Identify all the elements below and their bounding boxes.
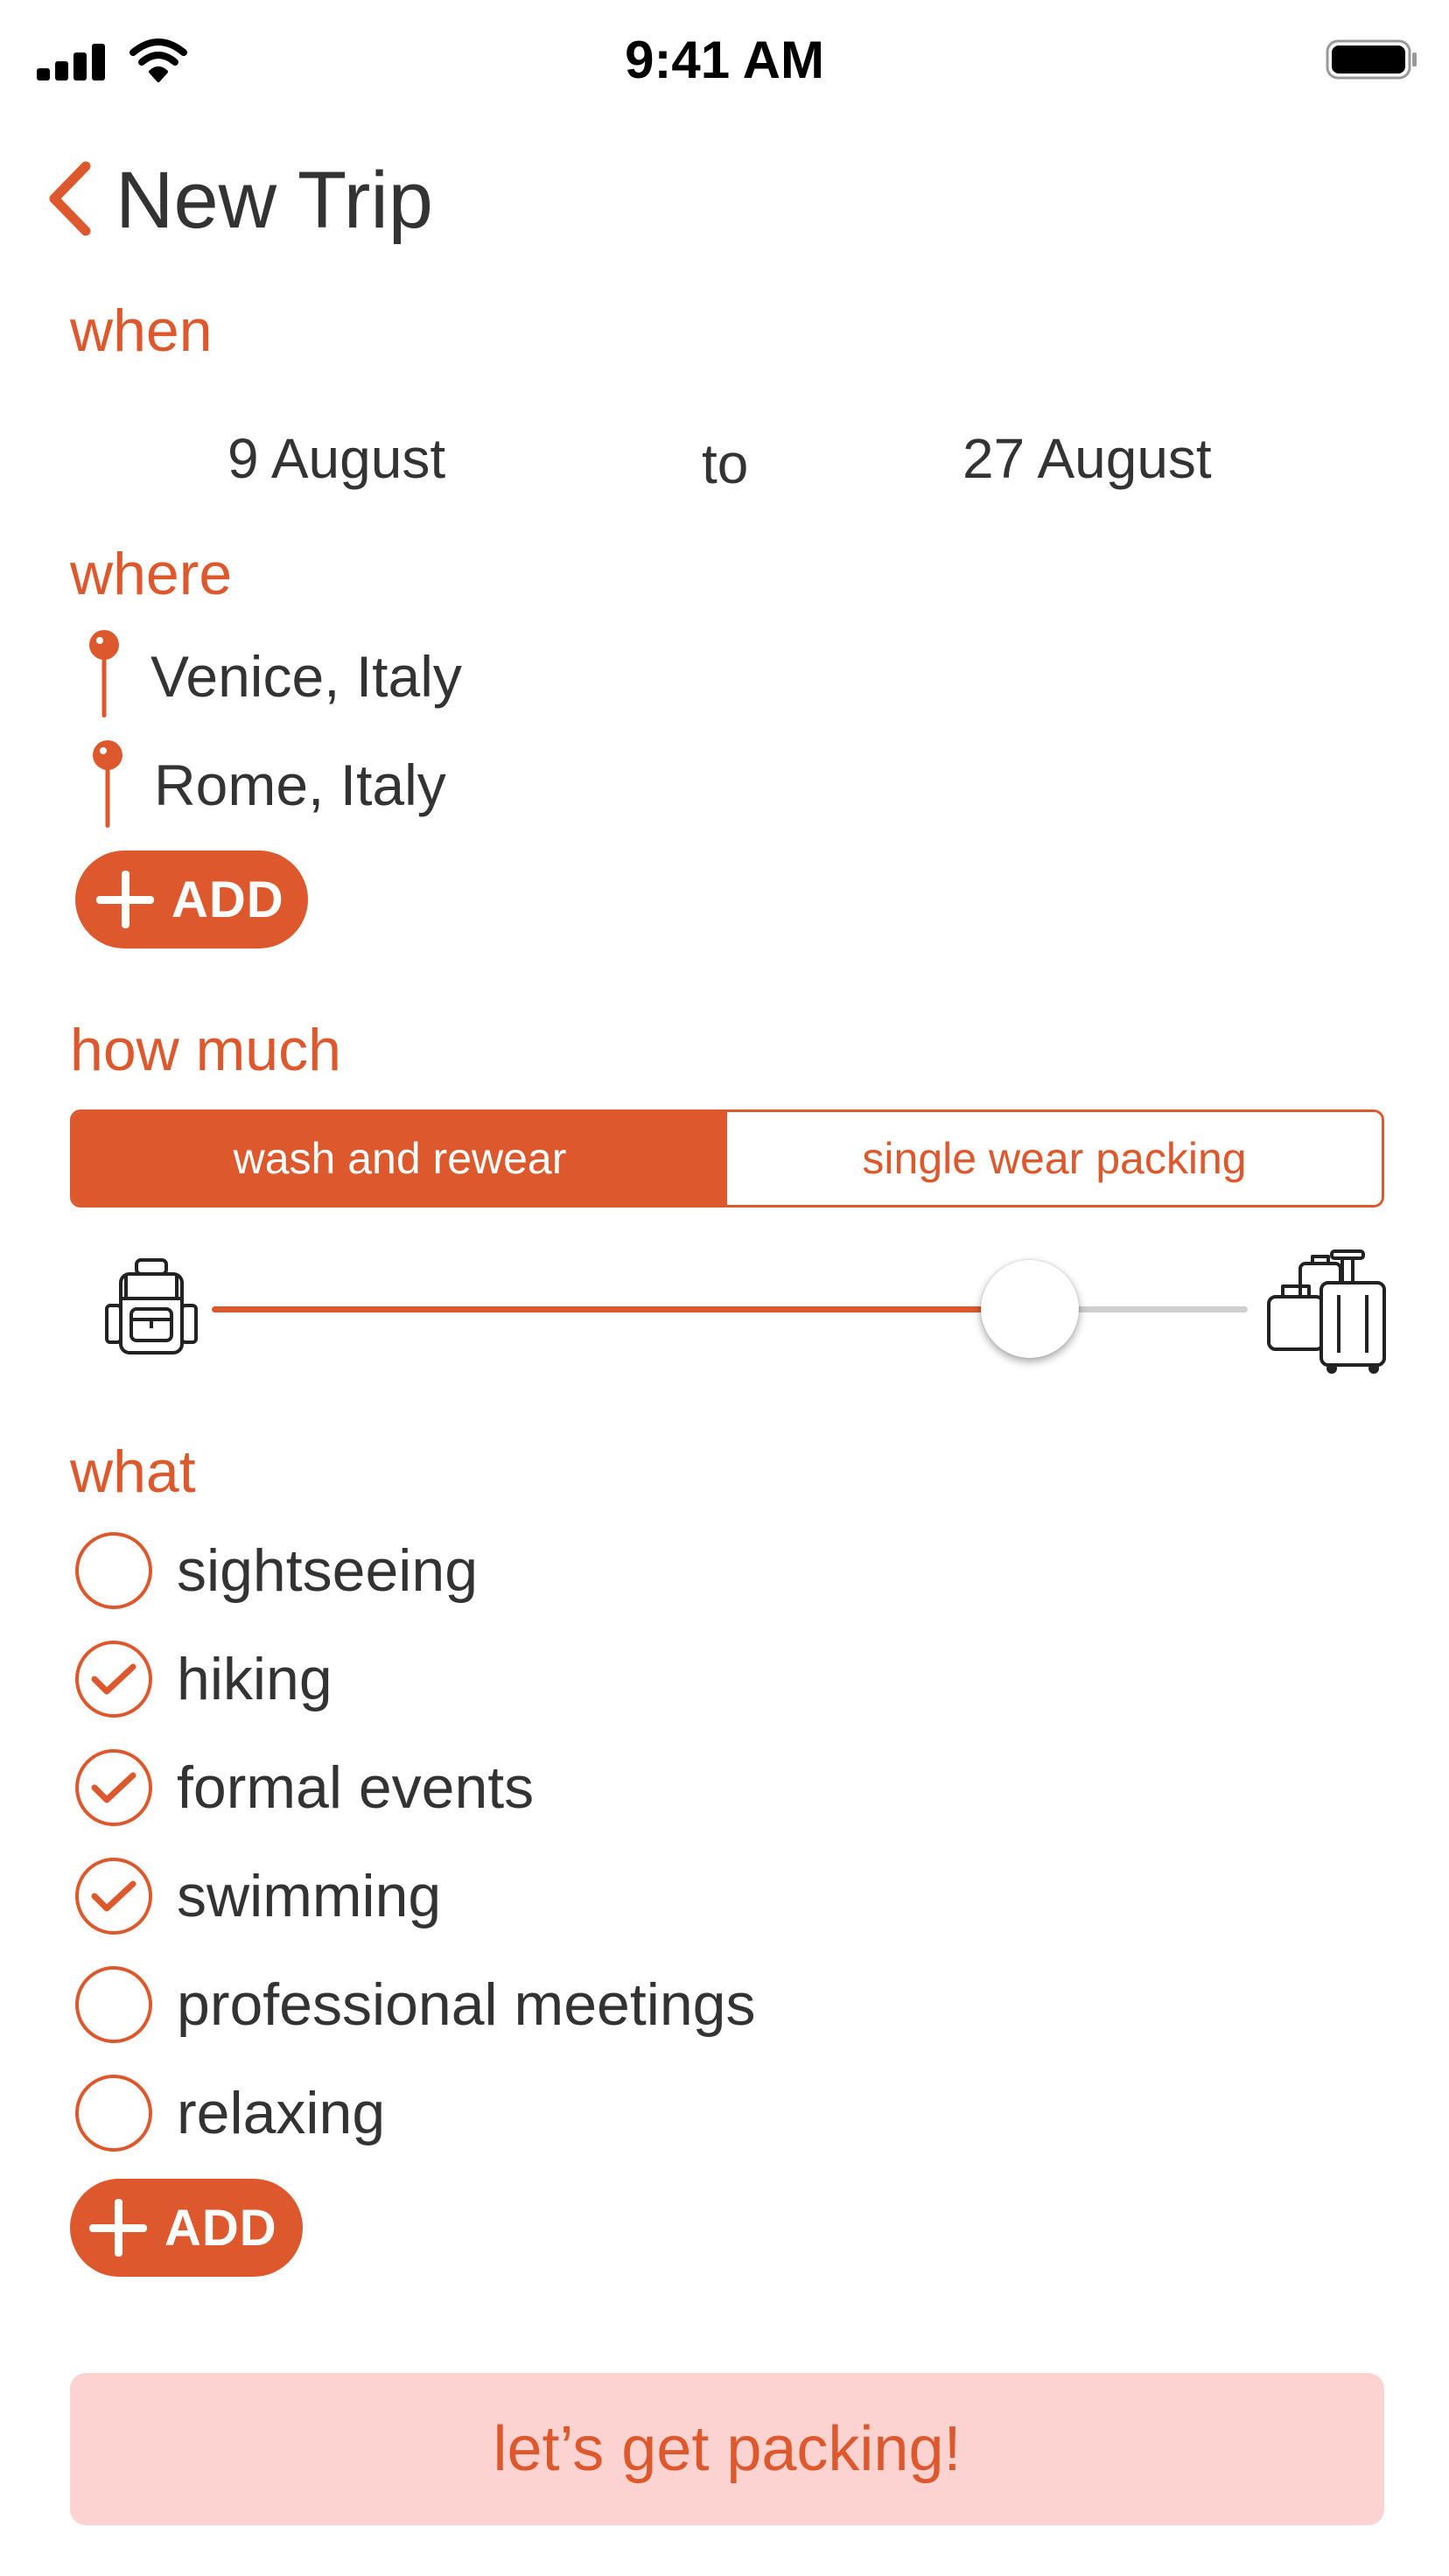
- activity-swimming[interactable]: swimming: [75, 1848, 441, 1944]
- activity-professional-meetings[interactable]: professional meetings: [75, 1956, 755, 2053]
- end-date[interactable]: 27 August: [962, 425, 1212, 492]
- add-activity-label: ADD: [164, 2199, 277, 2257]
- page-title: New Trip: [116, 156, 433, 245]
- where-label: where: [70, 541, 233, 607]
- segment-wash-and-rewear[interactable]: wash and rewear: [73, 1112, 727, 1205]
- lets-get-packing-button[interactable]: let’s get packing!: [70, 2373, 1384, 2525]
- activity-hiking[interactable]: hiking: [75, 1631, 332, 1727]
- activity-label: relaxing: [177, 2080, 386, 2146]
- activity-label: swimming: [177, 1863, 442, 1929]
- status-time: 9:41 AM: [625, 31, 824, 89]
- checkbox-checked[interactable]: [75, 1749, 152, 1826]
- checkbox-unchecked[interactable]: [75, 1532, 152, 1609]
- activity-label: sightseeing: [177, 1537, 479, 1604]
- segment-single-wear-packing[interactable]: single wear packing: [727, 1112, 1382, 1205]
- activity-sightseeing[interactable]: sightseeing: [75, 1522, 478, 1619]
- add-place-button[interactable]: ADD: [75, 850, 308, 948]
- checkbox-checked[interactable]: [75, 1641, 152, 1718]
- backpack-icon: [105, 1258, 198, 1354]
- add-activity-button[interactable]: ADD: [70, 2179, 303, 2277]
- plus-icon: [89, 2199, 147, 2257]
- luggage-icon: [1267, 1250, 1386, 1374]
- how-much-label: how much: [70, 1017, 341, 1083]
- checkbox-unchecked[interactable]: [75, 1966, 152, 2043]
- checkbox-checked[interactable]: [75, 1858, 152, 1935]
- packing-style-segmented-control: wash and rewear single wear packing: [70, 1110, 1384, 1208]
- activity-label: professional meetings: [177, 1971, 756, 2038]
- activity-label: hiking: [177, 1646, 332, 1712]
- place-venice[interactable]: Venice, Italy: [150, 642, 462, 710]
- checkmark-icon: [91, 1880, 136, 1912]
- activity-formal-events[interactable]: formal events: [75, 1740, 534, 1836]
- map-pin-icon: [89, 630, 119, 718]
- checkmark-icon: [91, 1663, 136, 1695]
- battery-icon: [1326, 39, 1417, 80]
- plus-icon: [96, 871, 154, 928]
- start-date[interactable]: 9 August: [228, 425, 445, 492]
- add-place-label: ADD: [172, 871, 284, 928]
- chevron-left-icon[interactable]: [44, 159, 96, 238]
- slider-track-filled: [212, 1306, 1031, 1312]
- activity-label: formal events: [177, 1754, 535, 1821]
- date-separator: to: [702, 432, 749, 495]
- when-label: when: [70, 298, 213, 364]
- map-pin-icon: [93, 740, 122, 828]
- checkmark-icon: [91, 1772, 136, 1803]
- activity-relaxing[interactable]: relaxing: [75, 2065, 385, 2161]
- slider-thumb[interactable]: [981, 1260, 1080, 1358]
- what-label: what: [70, 1438, 196, 1505]
- checkbox-unchecked[interactable]: [75, 2075, 152, 2152]
- place-rome[interactable]: Rome, Italy: [154, 751, 446, 819]
